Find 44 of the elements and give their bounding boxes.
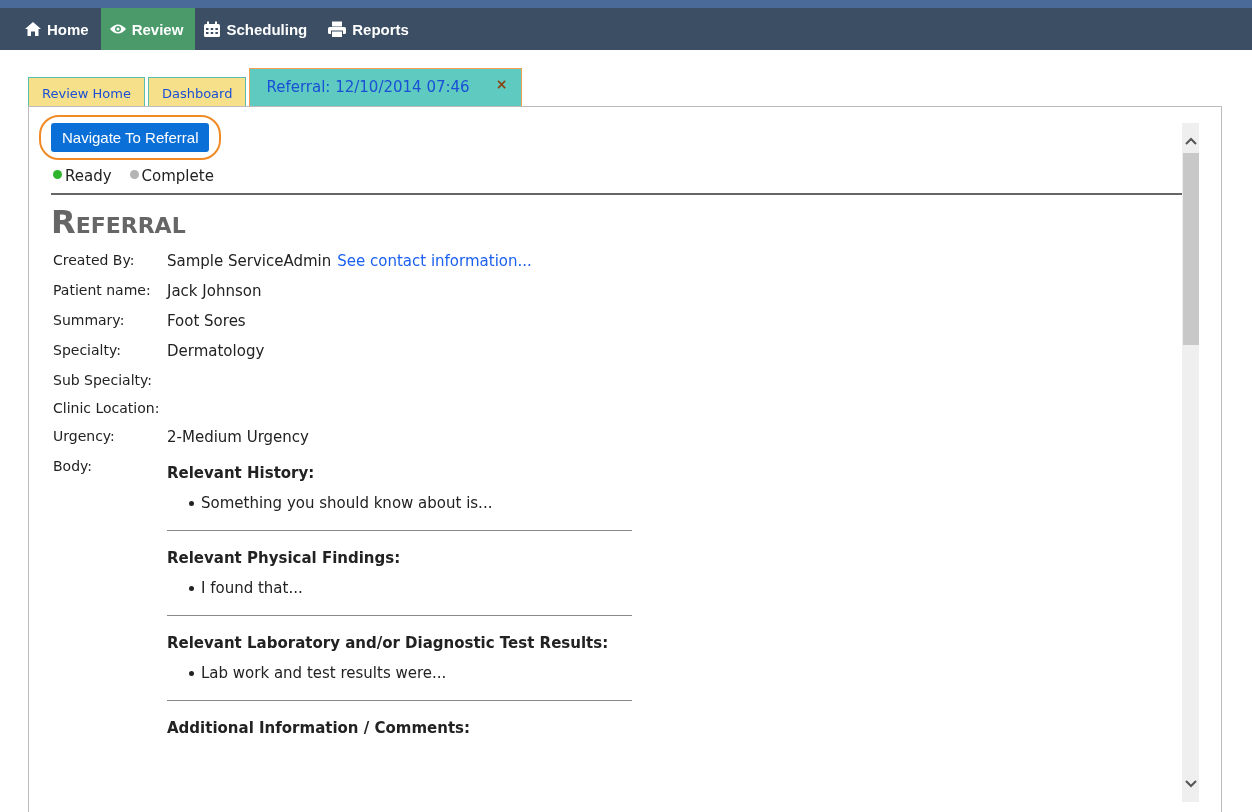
field-label: Clinic Location: bbox=[53, 400, 161, 417]
tab[interactable]: Dashboard bbox=[147, 77, 247, 106]
field-label: Patient name: bbox=[53, 282, 152, 301]
tab[interactable]: Review Home bbox=[28, 77, 145, 106]
field-value: Dermatology bbox=[167, 342, 265, 361]
scrollbar[interactable] bbox=[1182, 123, 1199, 802]
nav-item[interactable]: Home bbox=[16, 8, 101, 50]
tab[interactable]: Referral: 12/10/2014 07:46 × bbox=[249, 68, 523, 106]
page-title: Referral bbox=[51, 205, 187, 241]
section-heading: Relevant History: bbox=[167, 464, 316, 483]
bullet-text: I found that... bbox=[201, 579, 303, 598]
section-heading: Additional Information / Comments: bbox=[167, 719, 471, 738]
field-label: Sub Specialty: bbox=[53, 372, 153, 389]
nav-item[interactable]: Scheduling bbox=[195, 8, 320, 50]
field-label: Body: bbox=[53, 458, 94, 477]
scroll-up-icon[interactable] bbox=[1184, 137, 1197, 145]
field-value: Sample ServiceAdmin bbox=[167, 252, 332, 271]
calendar-icon bbox=[203, 20, 222, 38]
field-label: Specialty: bbox=[53, 342, 122, 361]
field-value: Jack Johnson bbox=[167, 282, 262, 301]
status-label: Complete bbox=[141, 167, 214, 185]
section-heading: Relevant Physical Findings: bbox=[167, 549, 402, 568]
field-label: Created By: bbox=[53, 252, 136, 271]
eye-icon bbox=[108, 23, 127, 35]
nav-item[interactable]: Reports bbox=[319, 8, 421, 50]
section-heading: Relevant Laboratory and/or Diagnostic Test Results: bbox=[167, 634, 610, 653]
bullet-icon bbox=[189, 670, 194, 676]
contact-link[interactable]: See contact information... bbox=[337, 252, 532, 271]
bullet-text: Something you should know about is... bbox=[201, 494, 493, 513]
bullet-text: Lab work and test results were... bbox=[201, 664, 447, 683]
navigate-button[interactable]: Navigate To Referral bbox=[51, 123, 210, 152]
nav-item[interactable]: Review bbox=[100, 8, 196, 50]
status-label: Ready bbox=[65, 167, 112, 185]
field-value: 2-Medium Urgency bbox=[167, 428, 309, 447]
close-icon[interactable]: × bbox=[495, 78, 508, 90]
bullet-icon bbox=[189, 585, 194, 591]
scroll-down-icon[interactable] bbox=[1184, 780, 1197, 788]
scroll-thumb[interactable] bbox=[1182, 153, 1199, 345]
printer-icon bbox=[327, 20, 348, 38]
field-label: Summary: bbox=[53, 312, 126, 331]
bullet-icon bbox=[189, 500, 194, 506]
field-label: Urgency: bbox=[53, 428, 116, 447]
field-value: Foot Sores bbox=[167, 312, 246, 331]
home-icon bbox=[24, 21, 42, 37]
